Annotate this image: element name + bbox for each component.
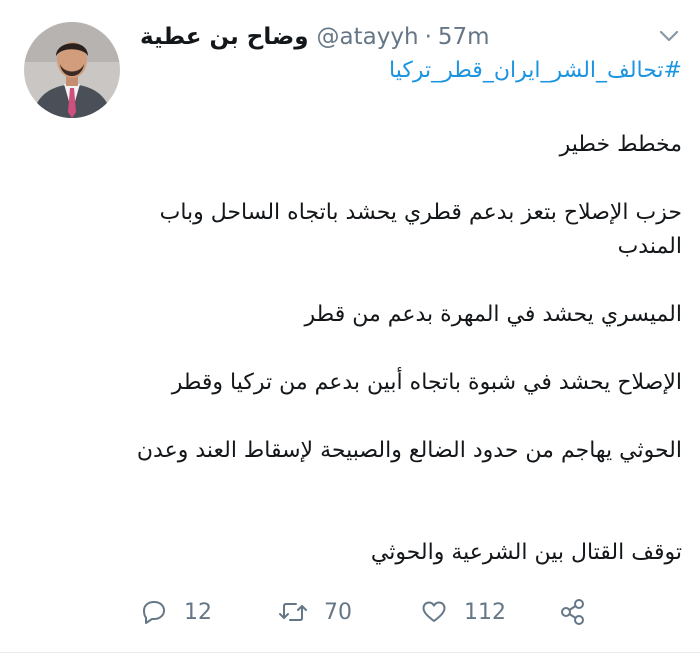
more-options-button[interactable]: [659, 28, 679, 42]
chevron-down-icon: [659, 30, 679, 42]
like-count: 112: [464, 599, 506, 625]
tweet-action-bar: 12 70 112: [0, 592, 700, 632]
tweet-paragraph: الميسري يحشد في المهرة بدعم من قطر: [304, 302, 682, 327]
reply-count: 12: [184, 599, 212, 625]
retweet-button[interactable]: 70: [278, 592, 352, 632]
retweet-icon: [279, 603, 307, 621]
hashtag-link[interactable]: #تحالف_الشر_ايران_قطر_تركيا: [389, 58, 682, 83]
hashtag-line: #تحالف_الشر_ايران_قطر_تركيا: [130, 54, 682, 88]
tweet-paragraph: حزب الإصلاح بتعز بدعم قطري يحشد باتجاه ا…: [159, 200, 682, 259]
heart-icon: [422, 601, 446, 622]
retweet-count: 70: [324, 599, 352, 625]
tweet[interactable]: وضاح بن عطية @atayyh · 57m #تحالف_الشر_ا…: [0, 0, 700, 656]
tweet-paragraph: الحوثي يهاجم من حدود الضالع والصبيحة لإس…: [136, 438, 682, 463]
share-icon: [561, 599, 584, 625]
like-button[interactable]: 112: [420, 592, 506, 632]
share-button[interactable]: [558, 592, 588, 632]
tweet-paragraph: توقف القتال بين الشرعية والحوثي: [370, 540, 682, 565]
tweet-header: وضاح بن عطية @atayyh · 57m: [140, 20, 490, 54]
tweet-paragraph: مخطط خطير: [559, 132, 682, 157]
reply-button[interactable]: 12: [140, 592, 212, 632]
author-display-name[interactable]: وضاح بن عطية: [140, 24, 309, 50]
divider: [0, 652, 700, 653]
tweet-timestamp[interactable]: 57m: [438, 24, 490, 50]
separator-dot: ·: [424, 24, 432, 50]
avatar-image: [24, 22, 120, 118]
avatar[interactable]: [24, 22, 120, 118]
tweet-paragraph: الإصلاح يحشد في شبوة باتجاه أبين بدعم من…: [171, 370, 682, 395]
reply-icon: [143, 601, 165, 624]
author-handle[interactable]: @atayyh: [317, 24, 419, 50]
